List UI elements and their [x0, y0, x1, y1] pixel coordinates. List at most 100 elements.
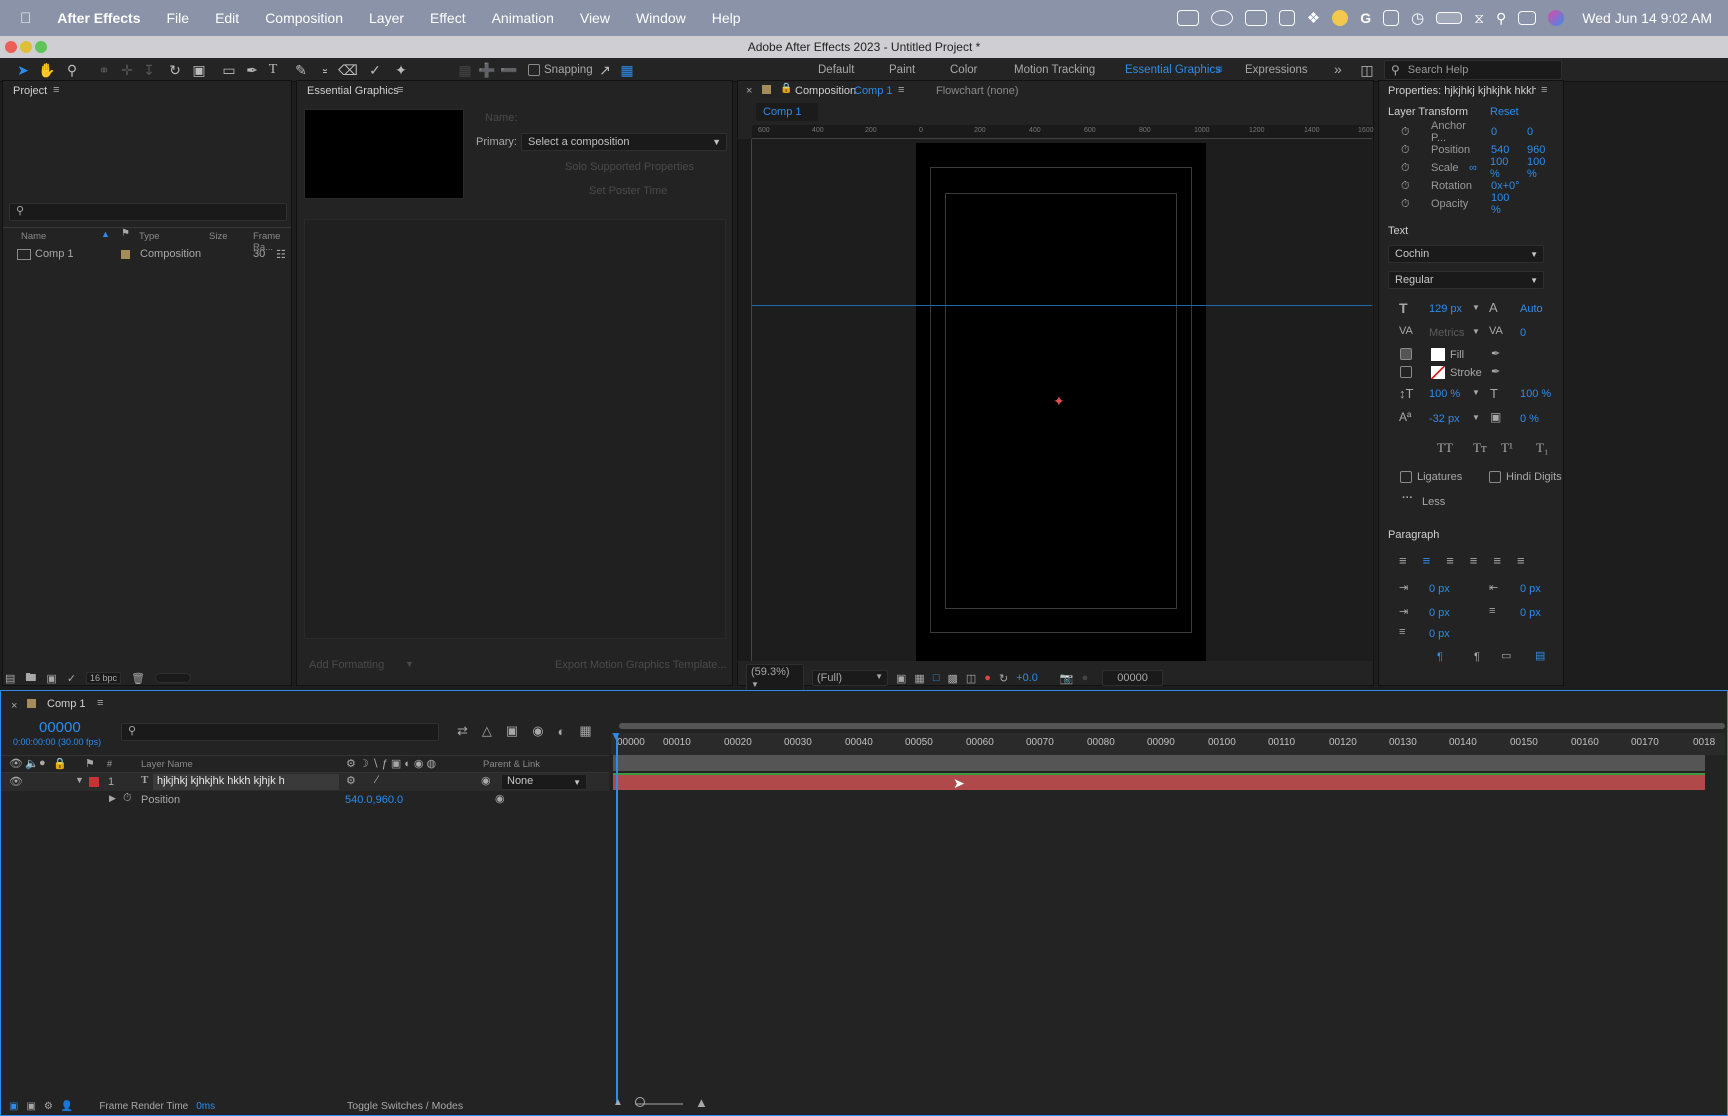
- menubar-clock[interactable]: Wed Jun 14 9:02 AM: [1582, 10, 1712, 26]
- tsume-value[interactable]: 0 %: [1520, 413, 1539, 425]
- rtl-direction-icon[interactable]: ¶: [1474, 651, 1480, 663]
- menu-layer[interactable]: Layer: [356, 10, 417, 26]
- workspace-overflow-icon[interactable]: »: [1334, 61, 1342, 77]
- zoom-window-button[interactable]: [35, 41, 47, 53]
- parent-pickwhip-icon[interactable]: ◉: [481, 774, 491, 787]
- fast-previews-icon[interactable]: ▣: [896, 672, 906, 685]
- control-center-icon[interactable]: [1518, 11, 1537, 25]
- workspace-paint[interactable]: Paint: [889, 64, 915, 76]
- canvas-area[interactable]: ✦: [752, 139, 1372, 661]
- current-timecode[interactable]: 00000: [39, 719, 81, 736]
- scale-x-value[interactable]: 100 %: [1490, 156, 1508, 180]
- drive-icon[interactable]: [1278, 10, 1295, 26]
- layer-visibility-icon[interactable]: 👁: [9, 775, 23, 788]
- screen-share-icon[interactable]: [1176, 10, 1199, 26]
- comp-menu-icon[interactable]: ≡: [898, 84, 904, 96]
- stroke-eyedropper-icon[interactable]: ✒: [1491, 365, 1500, 378]
- project-menu-icon[interactable]: ≡: [53, 84, 59, 96]
- stopwatch-icon[interactable]: ⏱: [123, 792, 132, 805]
- channel-rgb-icon[interactable]: ●: [984, 672, 991, 684]
- properties-title[interactable]: Properties: hjkjhkj kjhkjhk hkkh k: [1388, 85, 1536, 97]
- show-snapshot-icon[interactable]: ●: [1082, 672, 1089, 684]
- brush-tool-icon[interactable]: ✎: [292, 61, 310, 79]
- baseline-shift-value[interactable]: -32 px: [1429, 413, 1460, 425]
- menu-composition[interactable]: Composition: [252, 10, 356, 26]
- zoom-tool-icon[interactable]: ⚲: [63, 61, 81, 79]
- layer-label-swatch[interactable]: [89, 777, 99, 787]
- rectangle-tool-icon[interactable]: ▭: [220, 61, 238, 79]
- constrain-proportions-icon[interactable]: ∞: [1469, 162, 1477, 174]
- sort-ascending-icon[interactable]: ▲: [101, 229, 110, 239]
- stopwatch-icon[interactable]: ⏱: [1401, 198, 1410, 211]
- workspace-color[interactable]: Color: [950, 64, 977, 76]
- label-color-swatch[interactable]: [121, 249, 130, 259]
- comp-tab-prefix[interactable]: Composition: [795, 85, 856, 97]
- label-column-icon[interactable]: ⚑: [85, 757, 95, 770]
- project-slider[interactable]: [155, 673, 192, 683]
- mask-visibility-icon[interactable]: □: [933, 672, 940, 684]
- point-text-icon[interactable]: ▤: [1535, 649, 1545, 662]
- region-of-interest-icon[interactable]: ▩: [947, 672, 957, 685]
- composition-mini-flowchart-icon[interactable]: ⇄: [457, 723, 468, 739]
- set-poster-time-button[interactable]: Set Poster Time: [589, 185, 667, 197]
- workspace-layout-icon[interactable]: ◫: [1358, 61, 1376, 79]
- bpc-button[interactable]: 16 bpc: [86, 672, 122, 684]
- anchor-y-value[interactable]: 0: [1527, 126, 1533, 138]
- justify-left-icon[interactable]: ≡: [1470, 553, 1478, 568]
- video-icon[interactable]: [1244, 10, 1267, 26]
- menu-view[interactable]: View: [567, 10, 623, 26]
- justify-all-icon[interactable]: ≡: [1517, 553, 1525, 568]
- interpret-footage-icon[interactable]: ▤: [5, 672, 15, 685]
- reset-transform-button[interactable]: Reset: [1490, 106, 1519, 118]
- label-tag-icon[interactable]: ⚑: [121, 228, 130, 239]
- property-pickwhip-icon[interactable]: ◉: [495, 792, 505, 805]
- snapshot-icon[interactable]: 📷: [1060, 672, 1074, 685]
- stroke-swatch[interactable]: [1431, 366, 1445, 379]
- zoom-slider-knob[interactable]: [635, 1097, 645, 1107]
- chevron-down-icon[interactable]: ▼: [1472, 413, 1480, 422]
- menu-animation[interactable]: Animation: [479, 10, 567, 26]
- clone-stamp-tool-icon[interactable]: ⏓: [316, 61, 334, 79]
- layer-name-field[interactable]: hjkjhkj kjhkjhk hkkh kjhjk h: [153, 774, 339, 790]
- menu-window[interactable]: Window: [623, 10, 699, 26]
- opacity-value[interactable]: 100 %: [1491, 192, 1509, 216]
- orbit-camera-tool-icon[interactable]: ⚭: [95, 61, 113, 79]
- layer-name-column[interactable]: Layer Name: [141, 759, 193, 770]
- video-visibility-icon[interactable]: 👁: [9, 757, 23, 770]
- collapse-transform-switch[interactable]: ⚙: [346, 774, 356, 787]
- workspace-motion-tracking[interactable]: Motion Tracking: [1014, 64, 1095, 76]
- solo-icon[interactable]: ●: [39, 757, 46, 769]
- graph-editor-icon[interactable]: ▦: [579, 723, 591, 739]
- zoom-in-icon[interactable]: ▲: [695, 1095, 708, 1110]
- draft-3d-icon[interactable]: △: [482, 723, 492, 739]
- property-twirl-icon[interactable]: ▶: [109, 793, 116, 804]
- font-size-value[interactable]: 129 px: [1429, 303, 1462, 315]
- col-name[interactable]: Name: [21, 231, 46, 242]
- new-folder-icon[interactable]: 🖿: [25, 669, 36, 688]
- stopwatch-icon[interactable]: ⏱: [1401, 180, 1410, 193]
- layer-duration-bar[interactable]: [613, 773, 1705, 790]
- snap-edges-icon[interactable]: ↗: [596, 61, 614, 79]
- project-panel-title[interactable]: Project: [13, 85, 47, 97]
- guides-options-icon[interactable]: ◫: [966, 672, 976, 685]
- add-formatting-dropdown[interactable]: Add Formatting: [309, 659, 384, 671]
- close-comp-tab-icon[interactable]: ×: [746, 85, 752, 97]
- horizontal-scale-value[interactable]: 100 %: [1520, 388, 1551, 400]
- fill-swatch[interactable]: [1431, 348, 1445, 361]
- layer-twirl-icon[interactable]: ▼: [75, 775, 84, 785]
- motion-blur-icon[interactable]: ◐: [558, 724, 566, 739]
- vertical-scale-value[interactable]: 100 %: [1429, 388, 1460, 400]
- position-y-value[interactable]: 960: [1527, 144, 1545, 156]
- indent-right-value[interactable]: 0 px: [1520, 583, 1541, 595]
- eraser-tool-icon[interactable]: ⌫: [338, 61, 358, 79]
- minimize-window-button[interactable]: [20, 41, 32, 53]
- rotation-value[interactable]: 0x+0°: [1491, 180, 1520, 192]
- type-tool-icon[interactable]: T: [264, 61, 282, 79]
- align-left-icon[interactable]: ≡: [1399, 553, 1407, 568]
- hand-tool-icon[interactable]: ✋: [38, 61, 56, 79]
- ligatures-checkbox[interactable]: [1400, 471, 1412, 483]
- pan-behind-tool-icon[interactable]: ▣: [190, 61, 208, 79]
- selection-tool-icon[interactable]: ➤: [14, 61, 32, 79]
- small-caps-button[interactable]: Tт: [1473, 440, 1487, 456]
- time-navigator[interactable]: [619, 723, 1725, 729]
